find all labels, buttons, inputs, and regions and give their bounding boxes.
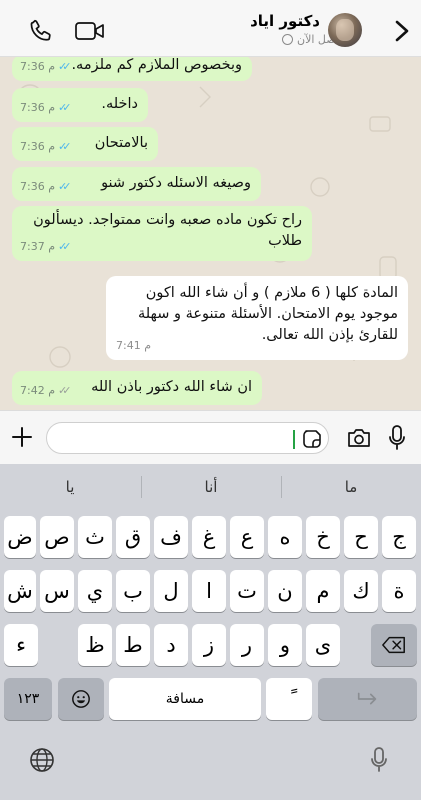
message-meta: 7:36 م ✓✓ <box>20 57 72 77</box>
message-time: 7:41 م <box>116 339 152 352</box>
plus-icon[interactable] <box>10 425 34 449</box>
key[interactable]: ز <box>192 624 226 666</box>
message-bubble-incoming[interactable]: المادة كلها ( 6 ملازم ) و أن شاء الله اك… <box>106 276 408 360</box>
backspace-icon <box>382 636 405 654</box>
key[interactable]: غ <box>192 516 226 558</box>
key[interactable]: م <box>306 570 340 612</box>
key[interactable]: ك <box>344 570 378 612</box>
contact-name[interactable]: دكتور اياد <box>250 12 320 30</box>
backspace-key[interactable] <box>371 624 417 666</box>
read-receipt-icon: ✓✓ <box>58 140 72 153</box>
message-time: 7:36 م <box>20 101 56 114</box>
key[interactable]: ر <box>230 624 264 666</box>
message-time: 7:36 م <box>20 60 56 73</box>
numbers-key[interactable]: ١٢٣ <box>4 678 52 720</box>
text-cursor <box>293 430 295 449</box>
key[interactable]: ء <box>4 624 38 666</box>
message-meta: 7:36 م ✓✓ <box>20 136 72 157</box>
key[interactable]: ه <box>268 516 302 558</box>
message-bubble-outgoing[interactable]: راح تكون ماده صعبه وانت ممتواجد. ديسألون… <box>12 206 312 261</box>
key[interactable]: ش <box>4 570 36 612</box>
chat-area[interactable]: وبخصوص الملازم كم ملزمه. 7:36 م ✓✓ داخله… <box>0 57 421 410</box>
message-meta: 7:42 م ✓✓ <box>20 380 72 401</box>
phone-icon[interactable] <box>28 18 54 44</box>
mic-icon[interactable] <box>388 424 406 452</box>
message-time: 7:42 م <box>20 384 56 397</box>
key[interactable]: ف <box>154 516 188 558</box>
suggestion-3[interactable]: يا <box>0 472 140 502</box>
emoji-icon <box>72 690 90 708</box>
arabic-keyboard: ما أنا يا ج ح خ ه ع غ ف ق ث ص ض ة ك م ن … <box>0 464 421 800</box>
message-meta: 7:36 م ✓✓ <box>20 97 72 118</box>
chat-header: دكتور اياد متصل الآن <box>0 0 421 57</box>
message-bubble-outgoing[interactable]: ان شاء الله دكتور باذن الله 7:42 م ✓✓ <box>12 371 262 405</box>
key[interactable]: ث <box>78 516 112 558</box>
message-meta: 7:36 م ✓✓ <box>20 176 72 197</box>
space-key[interactable]: مسافة <box>109 678 261 720</box>
tanween-key[interactable]: ً <box>266 678 312 720</box>
emoji-key[interactable] <box>58 678 104 720</box>
back-chevron-icon[interactable] <box>394 19 410 43</box>
key[interactable]: و <box>268 624 302 666</box>
message-time: 7:36 م <box>20 140 56 153</box>
delivered-receipt-icon: ✓✓ <box>58 384 72 397</box>
key[interactable]: ب <box>116 570 150 612</box>
suggestion-divider <box>281 476 282 498</box>
key[interactable]: ة <box>382 570 416 612</box>
mic-icon[interactable] <box>370 746 388 774</box>
read-receipt-icon: ✓✓ <box>58 101 72 114</box>
read-receipt-icon: ✓✓ <box>58 60 72 73</box>
message-bubble-outgoing[interactable]: داخله. 7:36 م ✓✓ <box>12 88 148 122</box>
suggestion-2[interactable]: أنا <box>141 472 281 502</box>
return-key[interactable] <box>318 678 417 720</box>
key[interactable]: ع <box>230 516 264 558</box>
video-icon[interactable] <box>74 19 106 43</box>
message-input-bar <box>0 410 421 464</box>
key[interactable]: ج <box>382 516 416 558</box>
key[interactable]: ن <box>268 570 302 612</box>
message-bubble-outgoing[interactable]: بالامتحان 7:36 م ✓✓ <box>12 127 158 161</box>
camera-icon[interactable] <box>346 427 372 449</box>
message-bubble-outgoing[interactable]: وصيغه الاسئله دكتور شنو 7:36 م ✓✓ <box>12 167 261 201</box>
sticker-icon[interactable] <box>302 429 322 449</box>
read-receipt-icon: ✓✓ <box>58 240 72 253</box>
key[interactable]: ت <box>230 570 264 612</box>
read-receipt-icon: ✓✓ <box>58 180 72 193</box>
globe-icon[interactable] <box>28 746 56 774</box>
suggestion-1[interactable]: ما <box>281 472 421 502</box>
message-time: 7:36 م <box>20 180 56 193</box>
key[interactable]: س <box>40 570 74 612</box>
key[interactable]: ق <box>116 516 150 558</box>
key[interactable]: ا <box>192 570 226 612</box>
key[interactable]: ى <box>306 624 340 666</box>
avatar[interactable] <box>328 13 362 47</box>
suggestion-divider <box>141 476 142 498</box>
key[interactable]: خ <box>306 516 340 558</box>
key[interactable]: ح <box>344 516 378 558</box>
return-icon <box>357 692 376 705</box>
message-bubble-outgoing[interactable]: وبخصوص الملازم كم ملزمه. 7:36 م ✓✓ <box>12 57 252 81</box>
message-time: 7:37 م <box>20 240 56 253</box>
key[interactable]: ص <box>40 516 74 558</box>
message-input[interactable] <box>46 422 329 454</box>
key[interactable]: ل <box>154 570 188 612</box>
message-text: المادة كلها ( 6 ملازم ) و أن شاء الله اك… <box>137 285 398 343</box>
timer-icon <box>282 34 293 45</box>
key[interactable]: ط <box>116 624 150 666</box>
key[interactable]: ظ <box>78 624 112 666</box>
message-meta: 7:37 م ✓✓ <box>20 236 72 257</box>
key[interactable]: ض <box>4 516 36 558</box>
key[interactable]: د <box>154 624 188 666</box>
key[interactable]: ي <box>78 570 112 612</box>
